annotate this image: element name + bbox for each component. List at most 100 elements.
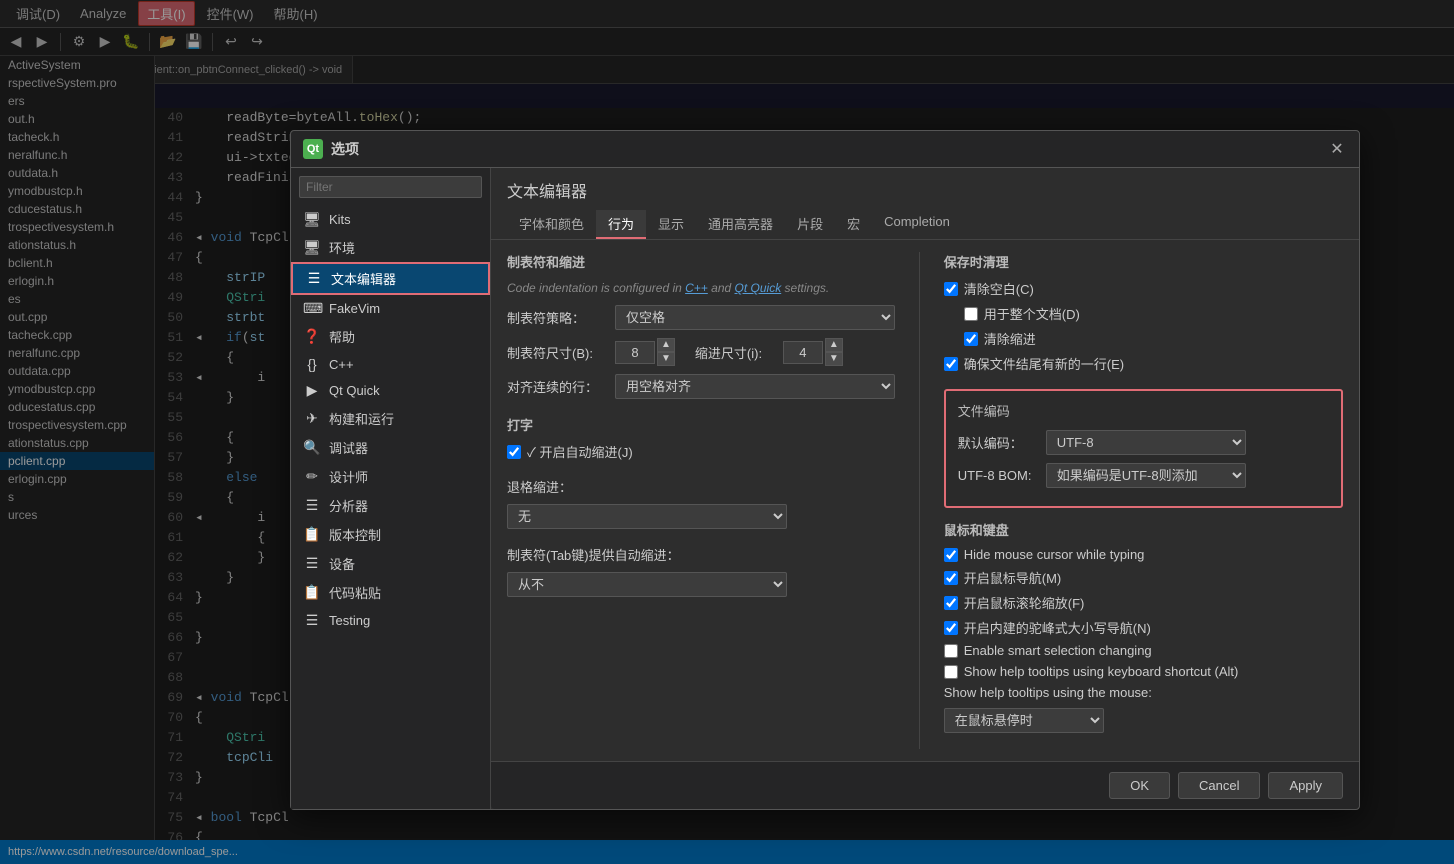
camel-label: 开启内建的驼峰式大小写导航(N) — [964, 618, 1151, 637]
keyboard-tooltip-label[interactable]: Show help tooltips using keyboard shortc… — [964, 664, 1239, 679]
tab-key-label: 制表符(Tab键)提供自动缩进： — [507, 545, 727, 564]
tab-key-select[interactable]: 从不 总是 在空行 — [507, 572, 787, 597]
nav-item-kits[interactable]: 🖥 Kits — [291, 206, 490, 233]
nav-item-buildrun-label: 构建和运行 — [329, 409, 394, 428]
default-encoding-label: 默认编码： — [958, 433, 1038, 452]
nav-item-texteditor[interactable]: ☰ 文本编辑器 — [291, 262, 490, 295]
smart-select-label[interactable]: Enable smart selection changing — [964, 643, 1152, 658]
cancel-button[interactable]: Cancel — [1178, 772, 1260, 799]
continuous-lines-select[interactable]: 用空格对齐 不对齐 — [615, 374, 895, 399]
tab-size-down[interactable]: ▼ — [657, 352, 675, 366]
clean-whitespace-row: 清除空白(C) — [944, 279, 1343, 298]
unindent-select[interactable]: 无 有 — [507, 504, 787, 529]
buildrun-icon: ✈ — [303, 410, 321, 427]
unindent-row: 退格缩进： — [507, 477, 895, 496]
ptab-macros[interactable]: 宏 — [835, 210, 872, 239]
nav-item-help-label: 帮助 — [329, 327, 355, 346]
hide-mouse-checkbox[interactable] — [944, 548, 958, 562]
clean-whitespace-checkbox[interactable] — [944, 282, 958, 296]
nav-item-help[interactable]: ❓ 帮助 — [291, 322, 490, 351]
ptab-font-color[interactable]: 字体和颜色 — [507, 210, 596, 239]
nav-label: 开启鼠标导航(M) — [964, 568, 1062, 587]
scroll-checkbox[interactable] — [944, 596, 958, 610]
save-clean-title: 保存时清理 — [944, 252, 1343, 271]
utf8-bom-select[interactable]: 如果编码是UTF-8则添加 总是添加 从不添加 — [1046, 463, 1246, 488]
smart-select-row: Enable smart selection changing — [944, 643, 1343, 658]
mouse-keyboard-title: 鼠标和键盘 — [944, 520, 1343, 539]
auto-indent-label[interactable]: ✓ 开启自动缩进(J) — [527, 442, 633, 461]
ptab-behavior[interactable]: 行为 — [596, 210, 646, 239]
env-icon: 🖥 — [303, 239, 321, 256]
designer-icon: ✏ — [303, 468, 321, 485]
qtquick-icon: ▶ — [303, 382, 321, 399]
ptab-snippets[interactable]: 片段 — [785, 210, 835, 239]
ensure-newline-label[interactable]: 确保文件结尾有新的一行(E) — [964, 354, 1124, 373]
indentation-info: Code indentation is configured in C++ an… — [507, 279, 895, 297]
entire-doc-label[interactable]: 用于整个文档(D) — [984, 304, 1080, 323]
qt-logo-icon: Qt — [303, 139, 323, 159]
ensure-newline-checkbox[interactable] — [944, 357, 958, 371]
nav-item-cpp[interactable]: {} C++ — [291, 351, 490, 377]
nav-item-devices[interactable]: ☰ 设备 — [291, 549, 490, 578]
dialog-right-panel: 文本编辑器 字体和颜色 行为 显示 通用高亮器 片段 宏 Completion — [491, 168, 1359, 809]
nav-item-qtquick[interactable]: ▶ Qt Quick — [291, 377, 490, 404]
nav-item-vcs[interactable]: 📋 版本控制 — [291, 520, 490, 549]
clean-whitespace-label[interactable]: 清除空白(C) — [964, 279, 1034, 298]
hide-mouse-row: Hide mouse cursor while typing — [944, 547, 1343, 562]
nav-item-codepaste[interactable]: 📋 代码粘贴 — [291, 578, 490, 607]
clean-indent-label[interactable]: 清除缩进 — [984, 329, 1036, 348]
testing-icon: ☰ — [303, 612, 321, 629]
nav-item-debugger[interactable]: 🔍 调试器 — [291, 433, 490, 462]
vsep — [919, 252, 920, 749]
file-encoding-title: 文件编码 — [958, 401, 1329, 420]
ptab-highlight[interactable]: 通用高亮器 — [696, 210, 785, 239]
nav-item-fakevim-label: FakeVim — [329, 301, 380, 316]
mouse-keyboard-section: 鼠标和键盘 Hide mouse cursor while typing 开启鼠… — [944, 520, 1343, 733]
tab-key-select-row: 从不 总是 在空行 — [507, 572, 895, 597]
hide-mouse-label[interactable]: Hide mouse cursor while typing — [964, 547, 1145, 562]
qtquick-link[interactable]: Qt Quick — [735, 281, 782, 295]
mouse-tooltip-select[interactable]: 在鼠标悬停时 从不 总是 — [944, 708, 1104, 733]
tab-size-input[interactable] — [615, 341, 655, 364]
camel-row: 开启内建的驼峰式大小写导航(N) — [944, 618, 1343, 637]
apply-button[interactable]: Apply — [1268, 772, 1343, 799]
cpp-link[interactable]: C++ — [685, 281, 708, 295]
dialog-footer: OK Cancel Apply — [491, 761, 1359, 809]
indent-size-down[interactable]: ▼ — [825, 352, 843, 366]
utf8-bom-row: UTF-8 BOM: 如果编码是UTF-8则添加 总是添加 从不添加 — [958, 463, 1329, 488]
indent-size-input[interactable] — [783, 341, 823, 364]
tab-size-spinbox: ▲ ▼ — [615, 338, 675, 366]
nav-item-buildrun[interactable]: ✈ 构建和运行 — [291, 404, 490, 433]
default-encoding-row: 默认编码： UTF-8 UTF-16 GBK GB2312 ISO-8859-1 — [958, 430, 1329, 455]
nav-item-testing[interactable]: ☰ Testing — [291, 607, 490, 634]
ptab-completion[interactable]: Completion — [872, 210, 962, 239]
nav-item-fakevim[interactable]: ⌨ FakeVim — [291, 295, 490, 322]
nav-checkbox[interactable] — [944, 571, 958, 585]
keyboard-tooltip-checkbox[interactable] — [944, 665, 958, 679]
nav-item-designer[interactable]: ✏ 设计师 — [291, 462, 490, 491]
smart-select-checkbox[interactable] — [944, 644, 958, 658]
auto-indent-checkbox[interactable] — [507, 445, 521, 459]
camel-checkbox[interactable] — [944, 621, 958, 635]
panel-title: 文本编辑器 — [507, 178, 1343, 202]
filter-input[interactable] — [299, 176, 482, 198]
ok-button[interactable]: OK — [1109, 772, 1170, 799]
indent-size-up[interactable]: ▲ — [825, 338, 843, 352]
nav-item-env-label: 环境 — [329, 238, 355, 257]
entire-doc-checkbox[interactable] — [964, 307, 978, 321]
ptab-display[interactable]: 显示 — [646, 210, 696, 239]
tab-size-up[interactable]: ▲ — [657, 338, 675, 352]
dialog-close-button[interactable]: ✕ — [1327, 139, 1347, 159]
codepaste-icon: 📋 — [303, 584, 321, 601]
nav-item-analyzer[interactable]: ☰ 分析器 — [291, 491, 490, 520]
default-encoding-select[interactable]: UTF-8 UTF-16 GBK GB2312 ISO-8859-1 — [1046, 430, 1246, 455]
tab-policy-select[interactable]: 仅空格 制表符 空格和制表符 — [615, 305, 895, 330]
clean-indent-checkbox[interactable] — [964, 332, 978, 346]
auto-indent-row: ✓ 开启自动缩进(J) — [507, 442, 895, 461]
debugger-icon: 🔍 — [303, 439, 321, 456]
nav-item-env[interactable]: 🖥 环境 — [291, 233, 490, 262]
dialog-nav-panel: 🖥 Kits 🖥 环境 ☰ 文本编辑器 ⌨ FakeVim ❓ 帮助 {} C+ — [291, 168, 491, 809]
kits-icon: 🖥 — [303, 211, 321, 228]
nav-row: 开启鼠标导航(M) — [944, 568, 1343, 587]
nav-item-designer-label: 设计师 — [329, 467, 368, 486]
